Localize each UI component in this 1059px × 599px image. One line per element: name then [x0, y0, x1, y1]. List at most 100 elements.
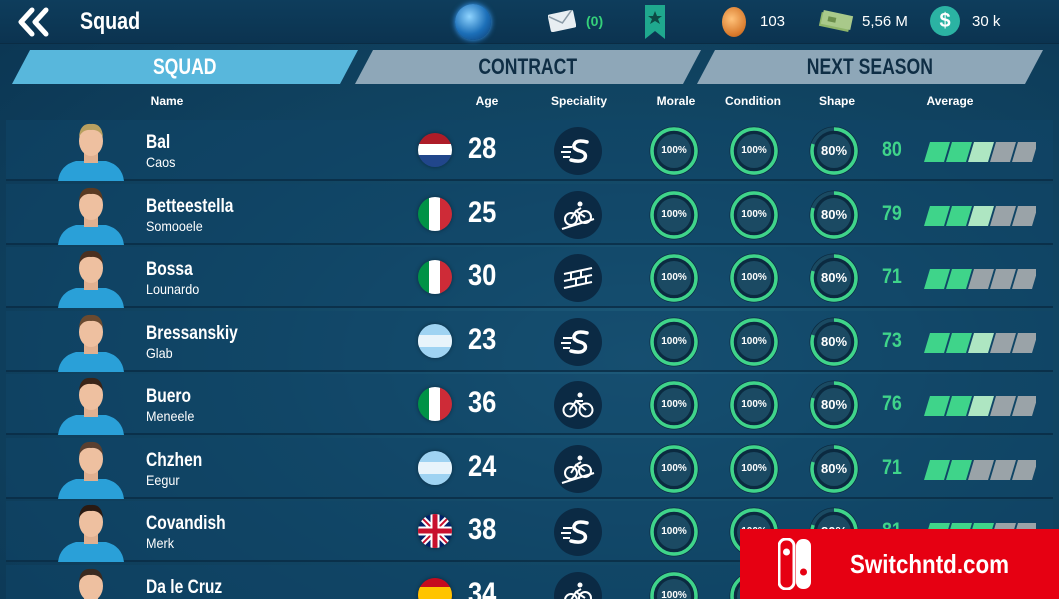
- rider-average: 73: [882, 328, 902, 352]
- rider-surname: Da le Cruz: [146, 576, 223, 598]
- tab-contract[interactable]: CONTRACT: [355, 50, 701, 84]
- column-header-shape[interactable]: Shape: [812, 94, 862, 108]
- column-header-morale[interactable]: Morale: [650, 94, 702, 108]
- rider-surname: Bal: [146, 132, 171, 153]
- rider-surname: Bressanskiy: [146, 322, 238, 344]
- rider-surname: Bossa: [146, 259, 193, 280]
- rider-average: 79: [882, 201, 902, 225]
- shape-gauge: 80%: [808, 252, 860, 304]
- average-bar: [924, 459, 1036, 480]
- italy-flag-icon: [418, 196, 452, 231]
- netherlands-flag-icon: [418, 133, 452, 167]
- rider-average: 76: [882, 392, 902, 415]
- cash-icon: [818, 10, 854, 32]
- rider-row[interactable]: Bossa Lounardo 30 100% 100% 80% 71: [6, 247, 1053, 308]
- rider-age: 34: [468, 576, 497, 599]
- shape-gauge: 80%: [808, 443, 860, 495]
- column-header-speciality[interactable]: Speciality: [546, 94, 612, 108]
- argentina-flag-icon: [418, 323, 452, 358]
- mail-count: (0): [586, 13, 604, 29]
- top-bar: Squad (0) 103 5,56 M $ 30 k: [0, 0, 1059, 44]
- switch-logo-icon: [778, 538, 811, 590]
- rider-row[interactable]: Chzhen Eegur 24 100% 100% 80% 71: [6, 437, 1053, 499]
- uk-flag-icon: [418, 514, 452, 548]
- tab-next-season[interactable]: NEXT SEASON: [697, 50, 1043, 84]
- watermark-text: Switchntd.com: [850, 549, 1010, 579]
- rider-age: 38: [468, 513, 497, 546]
- climber-icon[interactable]: [554, 190, 602, 239]
- rider-firstname: Lounardo: [146, 281, 200, 297]
- back-icon[interactable]: [16, 6, 56, 38]
- rider-age: 30: [468, 259, 497, 292]
- rider-avatar: [58, 250, 124, 308]
- rider-avatar: [58, 123, 124, 181]
- rider-avatar: [58, 441, 124, 499]
- column-header-name[interactable]: Name: [140, 94, 194, 108]
- rouleur-icon[interactable]: [554, 381, 602, 429]
- climber-icon[interactable]: [554, 571, 602, 599]
- sprint-icon[interactable]: [554, 127, 602, 175]
- rider-avatar: [58, 504, 124, 562]
- shape-gauge: 80%: [808, 379, 860, 431]
- morale-gauge: 100%: [648, 570, 700, 599]
- rider-age: 24: [468, 449, 497, 483]
- condition-gauge: 100%: [728, 379, 780, 431]
- morale-gauge: 100%: [648, 189, 700, 241]
- column-header-age[interactable]: Age: [470, 94, 504, 108]
- rider-average: 71: [882, 455, 902, 479]
- argentina-flag-icon: [418, 450, 452, 485]
- rider-average: 71: [882, 265, 902, 288]
- morale-gauge: 100%: [648, 125, 700, 177]
- rider-surname: Buero: [146, 386, 192, 407]
- rider-firstname: Somooele: [146, 217, 203, 234]
- condition-gauge: 100%: [728, 252, 780, 304]
- rider-firstname: Merk: [146, 535, 175, 551]
- rider-age: 36: [468, 386, 497, 419]
- rider-row[interactable]: Bal Caos 28 100% 100% 80% 80: [6, 120, 1053, 181]
- average-bar: [924, 142, 1036, 162]
- rider-list: Bal Caos 28 100% 100% 80% 80 Betteestella Somooe…: [6, 120, 1053, 599]
- rider-average: 80: [882, 138, 902, 161]
- rider-row[interactable]: Betteestella Somooele 25 100% 100% 80% 79: [6, 183, 1053, 245]
- cash-value: 5,56 M: [862, 13, 908, 30]
- tab-squad[interactable]: SQUAD: [12, 50, 358, 84]
- rider-firstname: Glab: [146, 344, 173, 361]
- average-bar: [924, 205, 1036, 226]
- mail-icon[interactable]: [548, 10, 576, 32]
- coin-icon: [722, 7, 746, 37]
- condition-gauge: 100%: [728, 316, 780, 368]
- rider-age: 25: [468, 195, 497, 229]
- column-header-condition[interactable]: Condition: [722, 94, 784, 108]
- rider-age: 28: [468, 132, 497, 165]
- sprint-icon[interactable]: [554, 508, 602, 556]
- italy-flag-icon: [418, 260, 452, 294]
- average-bar: [924, 269, 1036, 289]
- sprint-icon[interactable]: [554, 317, 602, 366]
- average-bar: [924, 396, 1036, 416]
- rider-avatar: [58, 187, 124, 245]
- condition-gauge: 100%: [728, 125, 780, 177]
- rider-firstname: Meneele: [146, 408, 195, 424]
- average-bar: [924, 332, 1036, 353]
- cobbles-icon[interactable]: [554, 254, 602, 302]
- morale-gauge: 100%: [648, 252, 700, 304]
- rider-age: 23: [468, 322, 497, 356]
- rider-row[interactable]: Bressanskiy Glab 23 100% 100% 80% 73: [6, 310, 1053, 372]
- rider-surname: Chzhen: [146, 449, 203, 471]
- dollar-icon[interactable]: $: [930, 6, 960, 36]
- shape-gauge: 80%: [808, 125, 860, 177]
- page-title: Squad: [80, 8, 141, 35]
- morale-gauge: 100%: [648, 443, 700, 495]
- shape-gauge: 80%: [808, 316, 860, 368]
- morale-gauge: 100%: [648, 316, 700, 368]
- globe-icon[interactable]: [455, 4, 491, 40]
- rider-avatar: [58, 314, 124, 372]
- climber-icon[interactable]: [554, 444, 602, 493]
- rider-avatar: [58, 377, 124, 435]
- ribbon-icon[interactable]: [643, 5, 667, 39]
- column-header-average[interactable]: Average: [922, 94, 978, 108]
- rider-surname: Betteestella: [146, 195, 234, 217]
- rider-row[interactable]: Buero Meneele 36 100% 100% 80% 76: [6, 374, 1053, 435]
- rider-firstname: Caos: [146, 154, 176, 170]
- watermark-banner: Switchntd.com: [740, 529, 1059, 599]
